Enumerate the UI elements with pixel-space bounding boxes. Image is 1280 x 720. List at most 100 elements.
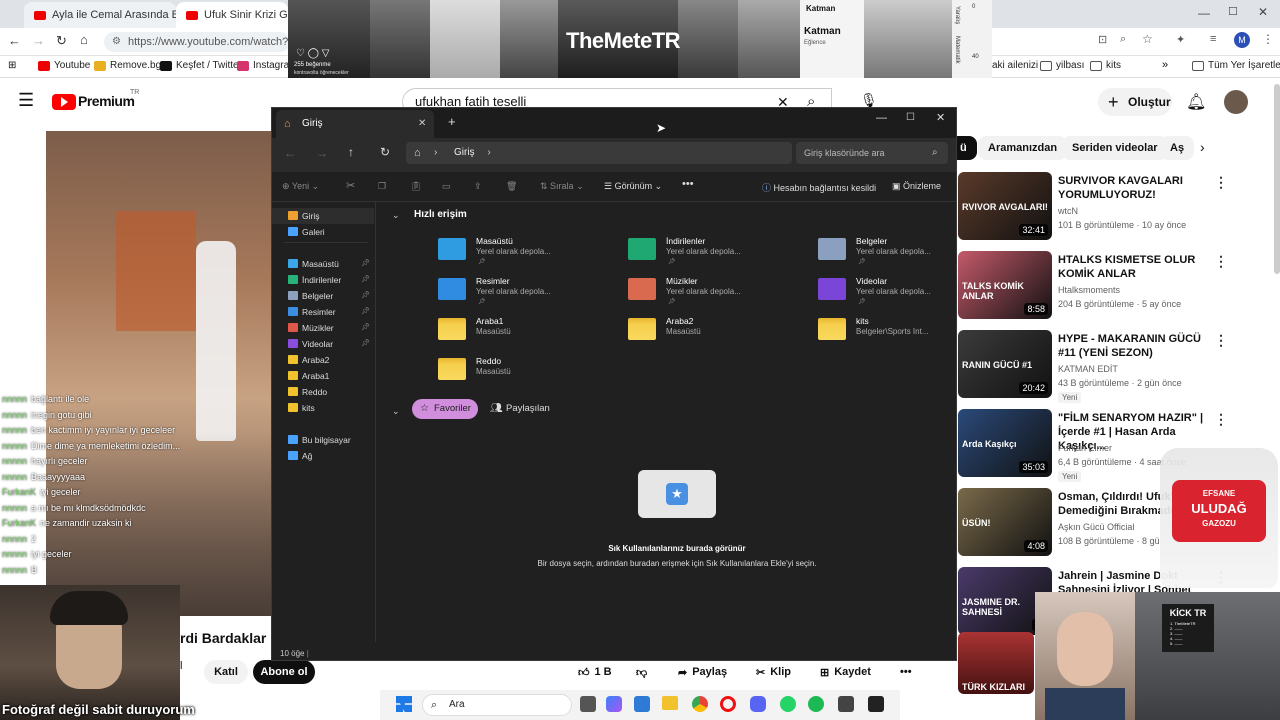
bookmark-folder[interactable]: yilbası — [1040, 60, 1084, 71]
suggested-video-title[interactable]: SURVIVOR KAVGALARI YORUMLUYORUZ! — [1058, 174, 1208, 202]
more-vertical-icon[interactable]: ⋮ — [1214, 332, 1228, 349]
sidebar-item-araba2[interactable]: Araba2 — [272, 352, 374, 368]
sidebar-item-galeri[interactable]: Galeri — [272, 224, 374, 240]
store-icon[interactable] — [838, 696, 854, 712]
sidebar-item-belgeler[interactable]: Belgeler 📌︎ — [272, 288, 374, 304]
explorer-search-input[interactable]: Giriş klasöründe ara ⌕ — [796, 142, 948, 164]
quick-access-item[interactable]: Resimler Yerel olarak depola... 📌︎ — [438, 274, 616, 310]
share-icon[interactable]: ⇪ — [474, 181, 482, 192]
windows-start-icon[interactable] — [396, 696, 412, 712]
opera-icon[interactable] — [720, 696, 736, 712]
channel-name[interactable]: wtcN — [1058, 206, 1078, 216]
share-button[interactable]: ➦ Paylaş — [678, 661, 727, 683]
chip-from-search[interactable]: Aramanızdan — [978, 136, 1068, 160]
favorites-tab[interactable]: ☆ Favoriler — [412, 399, 478, 419]
chip-more[interactable]: Aş — [1160, 136, 1194, 160]
like-button[interactable]: 👍︎ 1 B — [578, 661, 612, 683]
account-avatar[interactable] — [1224, 90, 1248, 114]
minimize-icon[interactable]: — — [1198, 6, 1210, 20]
bookmark-removebg[interactable]: Remove.bg — [94, 60, 161, 71]
task-view-icon[interactable] — [580, 696, 596, 712]
explorer-tab[interactable]: ⌂ Giriş ✕ — [276, 110, 434, 138]
view-button[interactable]: ☰ Görünüm ⌄ — [604, 181, 662, 192]
page-scrollbar[interactable] — [1274, 84, 1280, 274]
profile-avatar[interactable]: M — [1234, 32, 1250, 48]
cut-icon[interactable]: ✂ — [346, 179, 355, 192]
suggested-video[interactable]: RVIVOR AVGALARI! 32:41 SURVIVOR KAVGALARI … — [958, 172, 1258, 244]
more-actions-button[interactable]: ••• — [900, 661, 912, 683]
quick-access-item[interactable]: Masaüstü Yerel olarak depola... 📌︎ — [438, 234, 616, 270]
rename-icon[interactable]: ▭ — [442, 181, 451, 192]
sidebar-item-giriş[interactable]: Giriş — [272, 208, 374, 224]
sidebar-item-müzikler[interactable]: Müzikler 📌︎ — [272, 320, 374, 336]
back-icon[interactable]: ← — [8, 33, 21, 48]
file-explorer-taskbar-icon[interactable] — [662, 696, 678, 710]
discord-icon[interactable] — [750, 696, 766, 712]
quick-access-item[interactable]: Müzikler Yerel olarak depola... 📌︎ — [628, 274, 806, 310]
maximize-icon[interactable]: ☐ — [1228, 5, 1238, 18]
more-bookmarks-icon[interactable]: » — [1162, 59, 1168, 71]
close-tab-icon[interactable]: ✕ — [418, 110, 426, 138]
new-button[interactable]: ⊕ Yeni ⌄ — [282, 181, 319, 192]
more-vertical-icon[interactable]: ⋮ — [1214, 411, 1228, 428]
save-button[interactable]: ⊞ Kaydet — [820, 661, 871, 683]
channel-name[interactable]: Aşkın Gücü Official — [1058, 522, 1134, 532]
clip-button[interactable]: ✂ Klip — [756, 661, 791, 683]
breadcrumb-current[interactable]: Giriş — [454, 147, 475, 158]
suggested-thumbnail-partial[interactable]: TÜRK KIZLARI — [958, 632, 1034, 694]
close-icon[interactable]: ✕ — [936, 111, 945, 124]
sort-button[interactable]: ⇅ Sırala ⌄ — [540, 181, 584, 192]
quick-access-item[interactable]: Araba2 Masaüstü — [628, 314, 806, 350]
chrome-icon[interactable] — [692, 696, 708, 712]
copilot-icon[interactable] — [606, 696, 622, 712]
video-thumbnail[interactable]: RVIVOR AVGALARI! 32:41 — [958, 172, 1052, 240]
more-vertical-icon[interactable]: ⋮ — [1214, 174, 1228, 191]
hamburger-menu-icon[interactable]: ☰ — [18, 90, 34, 111]
suggested-video-title[interactable]: HTALKS KISMETSE OLUR KOMİK ANLAR — [1058, 253, 1208, 281]
chevron-right-icon[interactable]: › — [1200, 139, 1205, 155]
bookmark-folder[interactable]: aki ailenizi — [992, 60, 1038, 71]
quick-access-item[interactable]: Videolar Yerel olarak depola... 📌︎ — [818, 274, 996, 310]
channel-name[interactable]: Htalksmoments — [1058, 285, 1120, 295]
youtube-premium-logo[interactable]: Premium — [78, 93, 135, 109]
bookmark-twitter[interactable]: Keşfet / Twitter — [160, 60, 242, 71]
account-status-button[interactable]: ⓘ Hesabın bağlantısı kesildi — [762, 181, 876, 194]
sidebar-item-kits[interactable]: kits — [272, 400, 374, 416]
home-icon[interactable]: ⌂ — [80, 32, 88, 47]
video-thumbnail[interactable]: Arda Kaşıkçı 35:03 — [958, 409, 1052, 477]
reload-icon[interactable]: ↻ — [56, 33, 67, 49]
bookmark-star-icon[interactable]: ☆ — [1142, 32, 1153, 46]
collapse-chevron-icon[interactable]: ⌄ — [392, 406, 400, 417]
bookmark-youtube[interactable]: Youtube — [38, 60, 90, 71]
create-button[interactable]: + Oluştur — [1098, 88, 1172, 116]
bookmark-folder[interactable]: kits — [1090, 60, 1121, 71]
copy-icon[interactable]: ❐ — [378, 181, 386, 192]
sidebar-item-resimler[interactable]: Resimler 📌︎ — [272, 304, 374, 320]
suggested-video[interactable]: RANIN GÜCÜ #1 20:42 HYPE - MAKARANIN GÜCÜ … — [958, 330, 1258, 403]
suggested-video-title[interactable]: HYPE - MAKARANIN GÜCÜ #11 (YENİ SEZON) — [1058, 332, 1208, 360]
collapse-chevron-icon[interactable]: ⌄ — [392, 210, 400, 221]
sidebar-item-i̇ndirilenler[interactable]: İndirilenler 📌︎ — [272, 272, 374, 288]
quick-access-item[interactable]: Belgeler Yerel olarak depola... 📌︎ — [818, 234, 996, 270]
forward-icon[interactable]: → — [32, 33, 45, 48]
maximize-icon[interactable]: ☐ — [906, 112, 915, 123]
quick-access-item[interactable]: İndirilenler Yerel olarak depola... 📌︎ — [628, 234, 806, 270]
more-options-icon[interactable]: ••• — [682, 178, 694, 190]
chip-series-videos[interactable]: Seriden videolar — [1062, 136, 1168, 160]
quick-access-item[interactable]: kits Belgeler\Sports Int... — [818, 314, 996, 350]
back-icon[interactable]: ← — [284, 146, 296, 160]
sidebar-item-videolar[interactable]: Videolar 📌︎ — [272, 336, 374, 352]
paste-icon[interactable]: 📋︎ — [410, 181, 421, 192]
join-button[interactable]: Katıl — [204, 660, 248, 684]
refresh-icon[interactable]: ↻ — [380, 145, 390, 159]
taskbar-search[interactable]: ⌕ Ara — [422, 694, 572, 716]
browser-tab[interactable]: Ayla ile Cemal Arasında Büyük — [24, 2, 176, 28]
subscribe-button[interactable]: Abone ol — [253, 660, 315, 684]
quick-access-heading[interactable]: Hızlı erişim — [414, 209, 467, 220]
sidebar-item-ağ[interactable]: Ağ — [272, 448, 374, 464]
address-bar[interactable]: ⚙ https://www.youtube.com/watch?v=90 — [104, 32, 290, 52]
delete-icon[interactable]: 🗑︎ — [506, 181, 517, 192]
quick-access-item[interactable]: Araba1 Masaüstü — [438, 314, 616, 350]
apps-grid-icon[interactable]: ⊞ — [8, 60, 16, 71]
all-bookmarks[interactable]: Tüm Yer İşaretleri — [1192, 60, 1280, 71]
